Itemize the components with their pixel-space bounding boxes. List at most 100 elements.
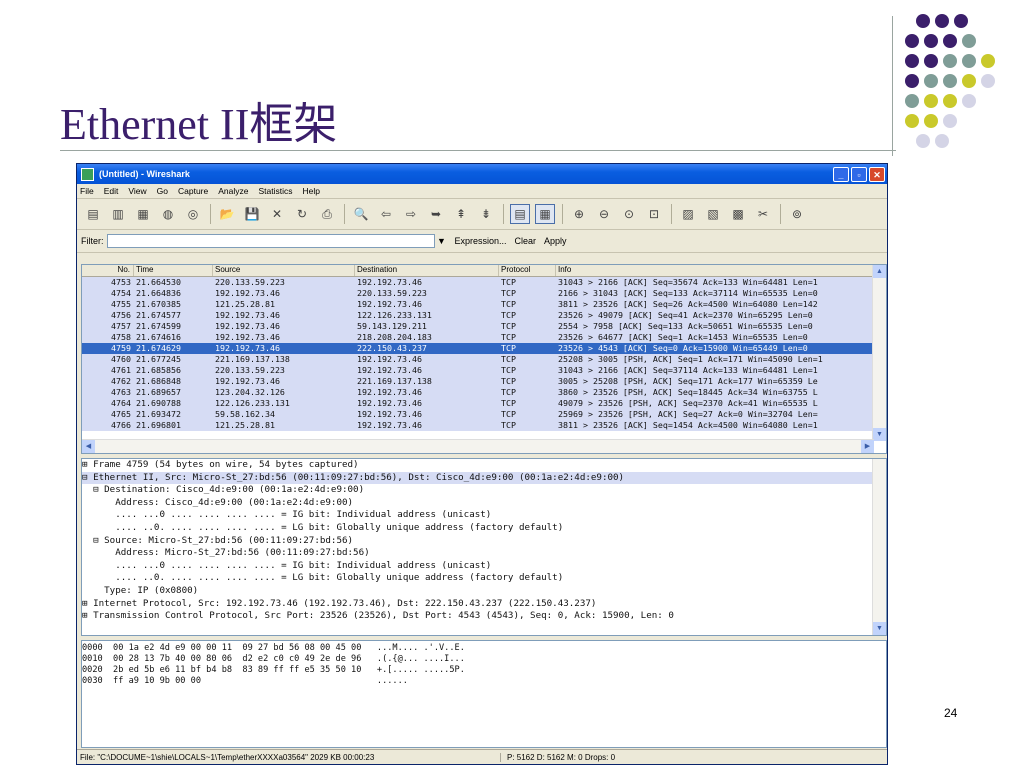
open-icon[interactable]: 📂	[217, 204, 237, 224]
close-file-icon[interactable]: ✕	[267, 204, 287, 224]
forward-icon[interactable]: ⇨	[401, 204, 421, 224]
zoom-normal-icon[interactable]: ⊙	[619, 204, 639, 224]
hex-line[interactable]: 0000 00 1a e2 4d e9 00 00 11 09 27 bd 56…	[82, 643, 886, 654]
packet-row[interactable]: 4764 21.690788 122.126.233.131 192.192.73.4…	[82, 398, 886, 409]
packet-row[interactable]: 4766 21.696801 121.25.28.81 192.192.73.46 TC…	[82, 420, 886, 431]
colorize-icon[interactable]: ▤	[510, 204, 530, 224]
packet-destination: 220.133.59.223	[357, 288, 427, 298]
detail-tree-item[interactable]: ⊟ Source: Micro-St_27:bd:56 (00:11:09:27…	[82, 535, 886, 548]
capture-options-icon[interactable]: ▥	[108, 204, 128, 224]
hex-line[interactable]: 0010 00 28 13 7b 40 00 80 06 d2 e2 c0 c0…	[82, 654, 886, 665]
detail-tree-item[interactable]: ⊞ Internet Protocol, Src: 192.192.73.46 …	[82, 598, 886, 611]
start-capture-icon[interactable]: ▦	[133, 204, 153, 224]
menu-help[interactable]: Help	[303, 186, 320, 196]
packet-row[interactable]: 4762 21.686848 192.192.73.46 221.169.137.13…	[82, 376, 886, 387]
zoom-in-icon[interactable]: ⊕	[569, 204, 589, 224]
detail-tree-item[interactable]: ⊞ Frame 4759 (54 bytes on wire, 54 bytes…	[82, 459, 886, 472]
packet-details-pane[interactable]: ⊞ Frame 4759 (54 bytes on wire, 54 bytes…	[81, 458, 887, 636]
minimize-button[interactable]: _	[833, 166, 849, 182]
packet-row[interactable]: 4755 21.670385 121.25.28.81 192.192.73.46 TC…	[82, 299, 886, 310]
detail-tree-item[interactable]: ⊟ Destination: Cisco_4d:e9:00 (00:1a:e2:…	[82, 484, 886, 497]
detail-tree-item[interactable]: .... ...0 .... .... .... .... = IG bit: …	[82, 560, 886, 573]
restart-capture-icon[interactable]: ◎	[183, 204, 203, 224]
scroll-right-icon[interactable]: ▶	[861, 440, 874, 453]
packet-list-pane[interactable]: No. Time Source Destination Protocol Inf…	[81, 264, 887, 454]
scroll-up-icon[interactable]: ▲	[873, 265, 886, 278]
back-icon[interactable]: ⇦	[376, 204, 396, 224]
packet-row[interactable]: 4758 21.674616 192.192.73.46 218.208.204.18…	[82, 332, 886, 343]
packet-source: 59.58.162.34	[215, 409, 275, 419]
autoscroll-icon[interactable]: ▦	[535, 204, 555, 224]
detail-tree-item[interactable]: .... ..0. .... .... .... .... = LG bit: …	[82, 572, 886, 585]
scroll-down-icon[interactable]: ▼	[873, 622, 886, 635]
reload-icon[interactable]: ↻	[292, 204, 312, 224]
capture-filters-icon[interactable]: ▨	[678, 204, 698, 224]
packet-protocol: TCP	[501, 420, 516, 430]
print-icon[interactable]: ⎙	[317, 204, 337, 224]
packet-list-vertical-scrollbar[interactable]: ▲ ▼	[872, 265, 886, 441]
scroll-left-icon[interactable]: ◀	[82, 440, 95, 453]
column-header-info[interactable]: Info	[556, 265, 876, 276]
packet-row[interactable]: 4754 21.664836 192.192.73.46 220.133.59.223…	[82, 288, 886, 299]
decor-dot	[935, 134, 949, 148]
close-button[interactable]: ✕	[869, 166, 885, 182]
apply-button[interactable]: Apply	[544, 236, 567, 246]
preferences-icon[interactable]: ✂	[753, 204, 773, 224]
detail-tree-item[interactable]: .... ..0. .... .... .... .... = LG bit: …	[82, 522, 886, 535]
menu-statistics[interactable]: Statistics	[258, 186, 292, 196]
detail-tree-item[interactable]: .... ...0 .... .... .... .... = IG bit: …	[82, 509, 886, 522]
packet-row[interactable]: 4753 21.664530 220.133.59.223 192.192.73.46…	[82, 277, 886, 288]
column-header-time[interactable]: Time	[134, 265, 213, 276]
scroll-down-icon[interactable]: ▼	[873, 428, 886, 441]
save-icon[interactable]: 💾	[242, 204, 262, 224]
status-packet-counts: P: 5162 D: 5162 M: 0 Drops: 0	[507, 752, 616, 762]
filter-dropdown-icon[interactable]: ▼	[435, 236, 449, 246]
menu-go[interactable]: Go	[157, 186, 168, 196]
column-header-source[interactable]: Source	[213, 265, 355, 276]
menu-edit[interactable]: Edit	[104, 186, 119, 196]
first-icon[interactable]: ⇞	[451, 204, 471, 224]
clear-button[interactable]: Clear	[515, 236, 537, 246]
resize-columns-icon[interactable]: ⊡	[644, 204, 664, 224]
menu-capture[interactable]: Capture	[178, 186, 208, 196]
details-vertical-scrollbar[interactable]: ▼	[872, 459, 886, 635]
packet-info: 31043 > 2166 [ACK] Seq=37114 Ack=133 Win…	[558, 365, 818, 375]
last-icon[interactable]: ⇟	[476, 204, 496, 224]
selected-packet-row[interactable]: 4759 21.674629 192.192.73.46 222.150.43.237…	[82, 343, 886, 354]
packet-row[interactable]: 4756 21.674577 192.192.73.46 122.126.233.13…	[82, 310, 886, 321]
detail-tree-item[interactable]: ⊟ Ethernet II, Src: Micro-St_27:bd:56 (0…	[82, 471, 886, 485]
column-header-no[interactable]: No.	[82, 265, 134, 276]
menu-view[interactable]: View	[128, 186, 146, 196]
menu-analyze[interactable]: Analyze	[218, 186, 248, 196]
zoom-out-icon[interactable]: ⊖	[594, 204, 614, 224]
list-interfaces-icon[interactable]: ▤	[83, 204, 103, 224]
packet-row[interactable]: 4765 21.693472 59.58.162.34 192.192.73.46 TC…	[82, 409, 886, 420]
detail-tree-item[interactable]: ⊞ Transmission Control Protocol, Src Por…	[82, 610, 886, 623]
display-filters-icon[interactable]: ▧	[703, 204, 723, 224]
packet-list-horizontal-scrollbar[interactable]: ◀ ▶	[82, 439, 874, 453]
hex-line[interactable]: 0020 2b ed 5b e6 11 bf b4 b8 83 89 ff ff…	[82, 665, 886, 676]
packet-row[interactable]: 4761 21.685856 220.133.59.223 192.192.73.46…	[82, 365, 886, 376]
packet-row[interactable]: 4763 21.689657 123.204.32.126 192.192.73.46…	[82, 387, 886, 398]
detail-tree-item[interactable]: Type: IP (0x0800)	[82, 585, 886, 598]
title-bar[interactable]: (Untitled) - Wireshark _ ▫ ✕	[77, 164, 887, 184]
hex-line[interactable]: 0030 ff a9 10 9b 00 00 ......	[82, 676, 886, 687]
stop-capture-icon[interactable]: ◍	[158, 204, 178, 224]
coloring-rules-icon[interactable]: ▩	[728, 204, 748, 224]
detail-tree-item[interactable]: Address: Cisco_4d:e9:00 (00:1a:e2:4d:e9:…	[82, 497, 886, 510]
packet-time: 21.674577	[136, 310, 181, 320]
packet-bytes-pane[interactable]: 0000 00 1a e2 4d e9 00 00 11 09 27 bd 56…	[81, 640, 887, 748]
menu-file[interactable]: File	[80, 186, 94, 196]
find-icon[interactable]: 🔍	[351, 204, 371, 224]
column-header-destination[interactable]: Destination	[355, 265, 499, 276]
maximize-button[interactable]: ▫	[851, 166, 867, 182]
goto-icon[interactable]: ➥	[426, 204, 446, 224]
column-header-protocol[interactable]: Protocol	[499, 265, 556, 276]
filter-input[interactable]	[106, 234, 435, 248]
help-icon[interactable]: ⊚	[787, 204, 807, 224]
packet-row[interactable]: 4757 21.674599 192.192.73.46 59.143.129.211…	[82, 321, 886, 332]
packet-row[interactable]: 4760 21.677245 221.169.137.138 192.192.73.4…	[82, 354, 886, 365]
packet-destination: 192.192.73.46	[357, 299, 422, 309]
detail-tree-item[interactable]: Address: Micro-St_27:bd:56 (00:11:09:27:…	[82, 547, 886, 560]
expression-button[interactable]: Expression...	[455, 236, 507, 246]
